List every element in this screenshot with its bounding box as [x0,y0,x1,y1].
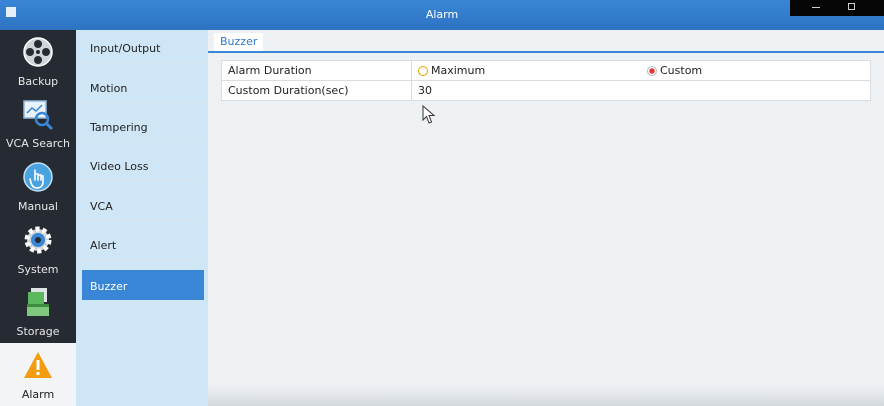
nav-item-system[interactable]: System [0,218,76,281]
status-bar [208,386,884,406]
nav-item-backup[interactable]: Backup [0,30,76,93]
custom-duration-row: Custom Duration(sec) 30 [221,80,871,101]
window-controls [790,0,884,16]
radio-unselected-icon [418,66,428,76]
manual-hand-icon [23,162,53,192]
nav-item-label: VCA Search [5,137,71,150]
minimize-icon[interactable] [812,7,820,8]
radio-maximum[interactable]: Maximum [418,61,485,80]
alarm-warning-icon [24,352,52,378]
submenu-item-tampering[interactable]: Tampering [82,111,204,142]
radio-custom[interactable]: Custom [647,61,702,80]
submenu-item-alert[interactable]: Alert [82,229,204,260]
radio-selected-icon [647,66,657,76]
submenu-item-buzzer[interactable]: Buzzer [82,270,204,300]
main-navigation: Backup VCA Search Manual System Storage … [0,30,76,406]
title-bar: Alarm [0,0,884,30]
nav-item-alarm[interactable]: Alarm [0,343,76,406]
submenu-item-label: Alert [90,239,117,252]
nav-item-label: System [17,263,59,276]
vca-search-icon [23,100,54,130]
buzzer-settings-panel: Buzzer Alarm Duration Maximum Custom Cus… [208,30,884,406]
maximize-icon[interactable] [848,3,855,10]
mouse-cursor-icon [422,105,436,124]
nav-item-label: Manual [18,200,58,213]
nav-item-label: Backup [17,75,59,88]
tab-buzzer[interactable]: Buzzer [214,33,264,51]
submenu-item-label: Video Loss [90,160,149,173]
radio-custom-label: Custom [660,64,703,77]
submenu-item-label: Input/Output [90,42,161,55]
submenu-item-label: VCA [90,200,113,213]
alarm-submenu: Input/Output Motion Tampering Video Loss… [76,30,208,406]
submenu-item-video-loss[interactable]: Video Loss [82,150,204,181]
radio-maximum-label: Maximum [431,64,486,77]
submenu-item-label: Tampering [90,121,148,134]
nav-item-vca-search[interactable]: VCA Search [0,92,76,155]
submenu-item-input-output[interactable]: Input/Output [82,32,204,63]
nav-item-label: Alarm [21,388,55,401]
submenu-item-label: Motion [90,82,128,95]
tab-bar: Buzzer [208,30,884,53]
nav-item-manual[interactable]: Manual [0,155,76,218]
nav-item-storage[interactable]: Storage [0,280,76,343]
submenu-item-label: Buzzer [90,280,128,293]
backup-reel-icon [23,37,53,67]
alarm-duration-label: Alarm Duration [222,61,412,80]
submenu-item-motion[interactable]: Motion [82,72,204,103]
window-title: Alarm [425,8,459,21]
alarm-duration-row: Alarm Duration Maximum Custom [221,60,871,81]
custom-duration-label: Custom Duration(sec) [222,81,412,100]
storage-icon [27,288,49,316]
nav-item-label: Storage [16,325,60,338]
submenu-item-vca[interactable]: VCA [82,190,204,221]
system-gear-icon [24,226,52,254]
custom-duration-input[interactable]: 30 [418,81,858,100]
